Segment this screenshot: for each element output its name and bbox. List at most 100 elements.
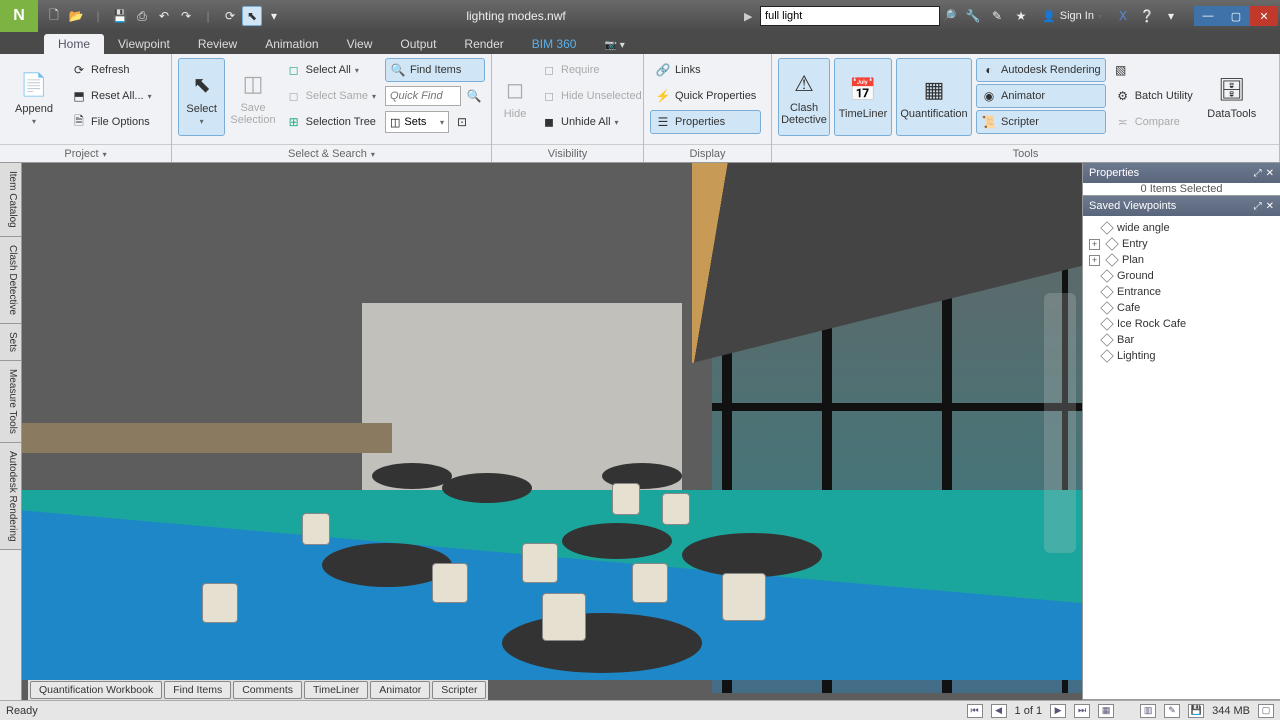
appearance-profiler-button[interactable]: ▧ bbox=[1110, 58, 1198, 82]
tab-review[interactable]: Review bbox=[184, 34, 251, 54]
new-icon[interactable]: 🗋 bbox=[44, 6, 64, 26]
qat-dropdown-icon[interactable]: ▾ bbox=[264, 6, 284, 26]
quick-find-input[interactable] bbox=[385, 86, 461, 106]
panel-visibility: ◻ Hide ◻Require ◻Hide Unselected ◼Unhide… bbox=[492, 54, 644, 162]
tab-bim360[interactable]: BIM 360 bbox=[518, 34, 591, 54]
scripter-button[interactable]: 📜Scripter bbox=[976, 110, 1106, 134]
redo-icon[interactable]: ↷ bbox=[176, 6, 196, 26]
sign-in-button[interactable]: 👤Sign In▾ bbox=[1036, 10, 1108, 23]
properties-header[interactable]: Properties ⤢✕ bbox=[1083, 163, 1280, 183]
doctab-find-items[interactable]: Find Items bbox=[164, 681, 231, 699]
tab-view[interactable]: View bbox=[333, 34, 387, 54]
doctab-animator[interactable]: Animator bbox=[370, 681, 430, 699]
open-icon[interactable]: 📂 bbox=[66, 6, 86, 26]
viewpoint-item[interactable]: Ice Rock Cafe bbox=[1087, 316, 1276, 332]
viewpoint-item[interactable]: Ground bbox=[1087, 268, 1276, 284]
maximize-button[interactable]: ▢ bbox=[1222, 6, 1250, 26]
timeliner-button[interactable]: 📅TimeLiner bbox=[834, 58, 892, 136]
star-icon[interactable]: ★ bbox=[1012, 7, 1030, 25]
animator-button[interactable]: ◉Animator bbox=[976, 84, 1106, 108]
perf-icon[interactable]: ▥ bbox=[1140, 704, 1156, 718]
side-tab-clash-detective[interactable]: Clash Detective bbox=[0, 237, 21, 324]
sheet-last-button[interactable]: ⏭ bbox=[1074, 704, 1090, 718]
print-icon[interactable]: ⎙ bbox=[132, 6, 152, 26]
sheet-next-button[interactable]: ▶ bbox=[1050, 704, 1066, 718]
sets-label: Sets bbox=[404, 116, 426, 128]
doctab-comments[interactable]: Comments bbox=[233, 681, 302, 699]
select-all-button[interactable]: ◻Select All▾ bbox=[281, 58, 381, 82]
viewpoint-item[interactable]: Lighting bbox=[1087, 348, 1276, 364]
close-button[interactable]: ✕ bbox=[1250, 6, 1278, 26]
find-items-button[interactable]: 🔍Find Items bbox=[385, 58, 485, 82]
refresh-icon[interactable]: ⟳ bbox=[220, 6, 240, 26]
file-options-button[interactable]: 🗎File Options bbox=[66, 110, 157, 134]
tab-animation[interactable]: Animation bbox=[251, 34, 332, 54]
append-button[interactable]: 📄 Append ▾ bbox=[6, 58, 62, 136]
help-icon[interactable]: ❔ bbox=[1138, 7, 1156, 25]
disk-icon[interactable]: 💾 bbox=[1188, 704, 1204, 718]
doctab-scripter[interactable]: Scripter bbox=[432, 681, 486, 699]
saved-viewpoints-header[interactable]: Saved Viewpoints ⤢✕ bbox=[1083, 196, 1280, 216]
side-tab-measure-tools[interactable]: Measure Tools bbox=[0, 361, 21, 443]
viewpoint-item[interactable]: wide angle bbox=[1087, 220, 1276, 236]
refresh-button[interactable]: ⟳Refresh bbox=[66, 58, 157, 82]
sheet-browser-button[interactable]: ▦ bbox=[1098, 704, 1114, 718]
tab-output[interactable]: Output bbox=[386, 34, 450, 54]
viewpoint-item[interactable]: Plan bbox=[1087, 252, 1276, 268]
properties-body: 0 Items Selected bbox=[1083, 183, 1280, 195]
panel-select-search: ⬉ Select ▾ ◫ Save Selection ◻Select All▾… bbox=[172, 54, 492, 162]
reset-all-button[interactable]: ⬒Reset All...▾ bbox=[66, 84, 157, 108]
exchange-icon[interactable]: Ⅹ bbox=[1114, 7, 1132, 25]
viewport-3d[interactable]: Quantification Workbook Find Items Comme… bbox=[22, 163, 1082, 700]
datatools-button[interactable]: 🗄DataTools bbox=[1202, 58, 1262, 136]
sets-dropdown[interactable]: ◫Sets▾ bbox=[385, 111, 449, 133]
hide-unsel-icon: ◻ bbox=[541, 88, 557, 104]
tab-home[interactable]: Home bbox=[44, 34, 104, 54]
quick-find-go-button[interactable]: 🔍 bbox=[463, 84, 485, 108]
side-tab-sets[interactable]: Sets bbox=[0, 324, 21, 361]
pin-icon[interactable]: ⤢ bbox=[1254, 168, 1262, 179]
properties-panel: Properties ⤢✕ 0 Items Selected bbox=[1083, 163, 1280, 196]
close-icon[interactable]: ✕ bbox=[1266, 168, 1274, 179]
search-play-icon[interactable]: ▶ bbox=[744, 10, 760, 23]
minimize-button[interactable]: — bbox=[1194, 6, 1222, 26]
sheet-prev-button[interactable]: ◀ bbox=[991, 704, 1007, 718]
tab-render[interactable]: Render bbox=[450, 34, 517, 54]
links-button[interactable]: 🔗Links bbox=[650, 58, 761, 82]
clash-detective-button[interactable]: ⚠Clash Detective bbox=[778, 58, 830, 136]
doctab-timeliner[interactable]: TimeLiner bbox=[304, 681, 368, 699]
tab-extras-icon[interactable]: 📷 ▾ bbox=[590, 37, 638, 54]
quantification-button[interactable]: ▦Quantification bbox=[896, 58, 972, 136]
sets-manage-button[interactable]: ⊡ bbox=[451, 110, 473, 134]
properties-button[interactable]: ☰Properties bbox=[650, 110, 761, 134]
quick-properties-button[interactable]: ⚡Quick Properties bbox=[650, 84, 761, 108]
save-icon[interactable]: 💾 bbox=[110, 6, 130, 26]
undo-icon[interactable]: ↶ bbox=[154, 6, 174, 26]
app-icon[interactable]: N bbox=[0, 0, 38, 32]
tab-viewpoint[interactable]: Viewpoint bbox=[104, 34, 184, 54]
select-button[interactable]: ⬉ Select ▾ bbox=[178, 58, 225, 136]
side-tab-item-catalog[interactable]: Item Catalog bbox=[0, 163, 21, 237]
pencil-icon[interactable]: ✎ bbox=[1164, 704, 1180, 718]
doctab-quantification[interactable]: Quantification Workbook bbox=[30, 681, 162, 699]
pin-icon[interactable]: ✎ bbox=[988, 7, 1006, 25]
viewpoint-item[interactable]: Entrance bbox=[1087, 284, 1276, 300]
side-tab-autodesk-rendering[interactable]: Autodesk Rendering bbox=[0, 443, 21, 551]
batch-utility-button[interactable]: ⚙Batch Utility bbox=[1110, 84, 1198, 108]
viewpoint-item[interactable]: Cafe bbox=[1087, 300, 1276, 316]
pin-icon[interactable]: ⤢ bbox=[1254, 201, 1262, 212]
help-dropdown-icon[interactable]: ▾ bbox=[1162, 7, 1180, 25]
viewpoint-item[interactable]: Entry bbox=[1087, 236, 1276, 252]
viewpoint-item[interactable]: Bar bbox=[1087, 332, 1276, 348]
autodesk-rendering-button[interactable]: ◐Autodesk Rendering bbox=[976, 58, 1106, 82]
binoculars-icon[interactable]: 🔎 bbox=[940, 7, 958, 25]
selection-tree-button[interactable]: ⊞Selection Tree bbox=[281, 110, 381, 134]
select-icon[interactable]: ⬉ bbox=[242, 6, 262, 26]
status-toggle-button[interactable]: ▢ bbox=[1258, 704, 1274, 718]
key-icon[interactable]: 🔧 bbox=[964, 7, 982, 25]
navigation-bar[interactable] bbox=[1044, 293, 1076, 553]
unhide-all-button[interactable]: ◼Unhide All▾ bbox=[536, 110, 647, 134]
sheet-first-button[interactable]: ⏮ bbox=[967, 704, 983, 718]
search-input[interactable]: full light bbox=[760, 6, 940, 26]
close-icon[interactable]: ✕ bbox=[1266, 201, 1274, 212]
